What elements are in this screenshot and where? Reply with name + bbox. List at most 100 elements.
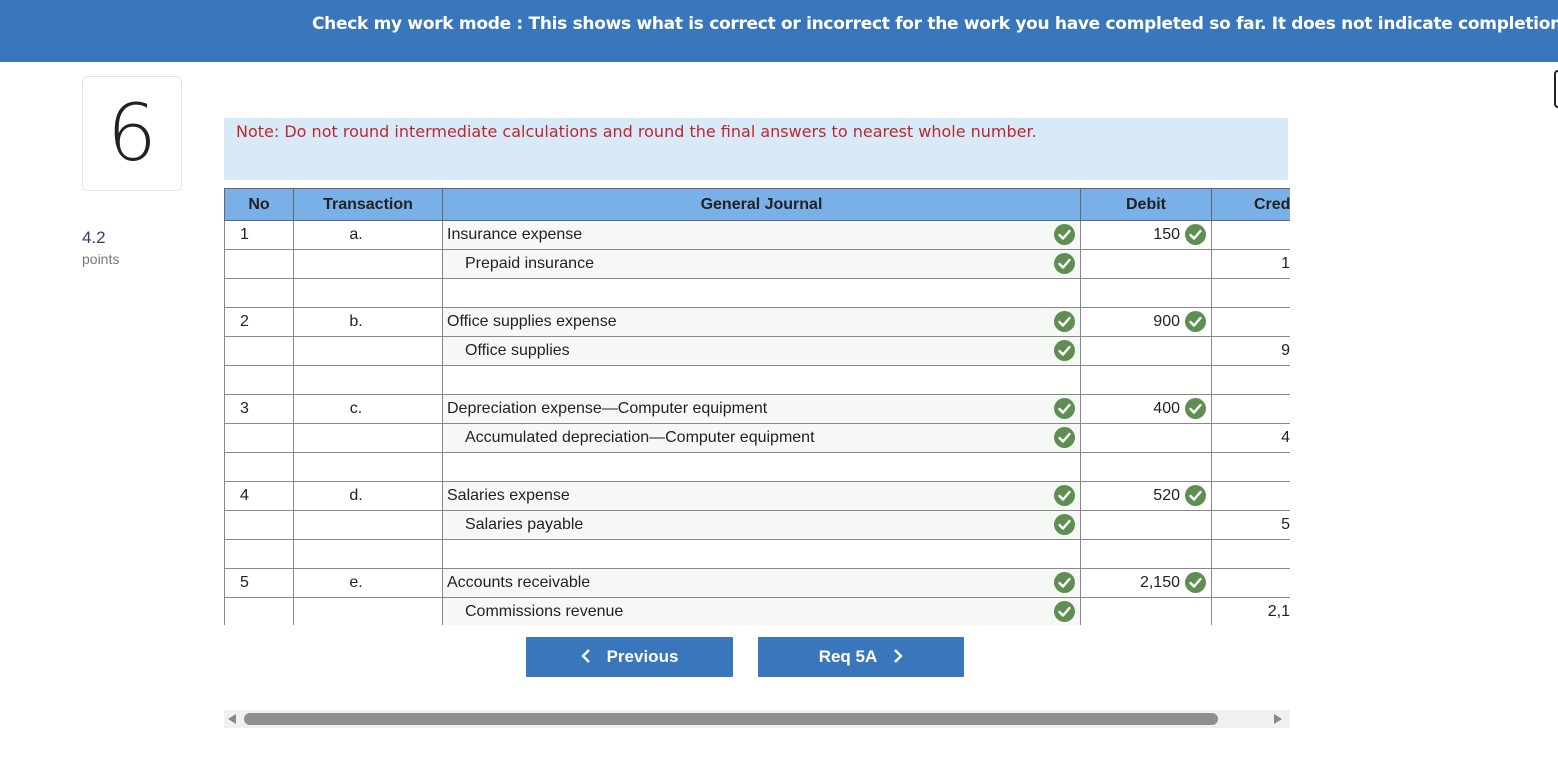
table-row: 2 b. Office supplies expense 900 [224,307,1290,337]
scroll-left-arrow-icon[interactable] [228,714,236,724]
debit-cell[interactable] [1080,365,1212,395]
table-row: 1 a. Insurance expense 150 [224,220,1290,250]
horizontal-scrollbar[interactable] [224,710,1290,728]
account-cell[interactable]: Accumulated depreciation—Computer equipm… [442,423,1081,453]
check-circle-icon [1185,398,1206,419]
credit-cell[interactable] [1211,539,1290,569]
credit-cell[interactable] [1211,220,1290,250]
debit-cell[interactable] [1080,452,1212,482]
journal-table: No Transaction General Journal Debit Cre… [224,188,1290,625]
edge-tab[interactable] [1554,70,1558,108]
credit-cell[interactable] [1211,278,1290,308]
row-transaction [293,336,443,366]
check-work-banner: Check my work mode : This shows what is … [0,0,1558,62]
check-circle-icon [1054,340,1075,361]
credit-cell[interactable]: 2,1 [1211,597,1290,625]
row-number [224,249,294,279]
check-circle-icon [1185,311,1206,332]
account-name: Salaries payable [465,516,584,533]
table-row: Commissions revenue 2,1 [224,597,1290,625]
check-circle-icon [1054,224,1075,245]
header-transaction: Transaction [293,188,443,221]
row-transaction [293,365,443,395]
credit-cell[interactable]: 9 [1211,336,1290,366]
row-number: 4 [224,481,294,511]
debit-cell[interactable] [1080,278,1212,308]
account-name: Depreciation expense—Computer equipment [447,400,768,417]
debit-cell[interactable]: 2,150 [1080,568,1212,598]
row-number [224,597,294,625]
scrollbar-thumb[interactable] [244,713,1218,725]
debit-cell[interactable] [1080,597,1212,625]
row-transaction [293,249,443,279]
debit-cell[interactable] [1080,539,1212,569]
row-transaction [293,452,443,482]
debit-cell[interactable] [1080,510,1212,540]
credit-cell[interactable] [1211,481,1290,511]
next-label: Req 5A [818,647,878,666]
debit-cell[interactable]: 900 [1080,307,1212,337]
row-transaction: c. [293,394,443,424]
debit-cell[interactable] [1080,423,1212,453]
scroll-right-arrow-icon[interactable] [1274,714,1282,724]
account-cell[interactable]: Office supplies [442,336,1081,366]
account-cell[interactable]: Prepaid insurance [442,249,1081,279]
table-row: 3 c. Depreciation expense—Computer equipme… [224,394,1290,424]
debit-cell[interactable]: 520 [1080,481,1212,511]
debit-cell[interactable]: 400 [1080,394,1212,424]
check-circle-icon [1185,485,1206,506]
account-cell[interactable] [442,452,1081,482]
debit-amount: 400 [1153,400,1180,417]
debit-amount: 2,150 [1139,574,1180,591]
debit-cell[interactable] [1080,249,1212,279]
row-number [224,510,294,540]
row-number [224,365,294,395]
account-cell[interactable]: Depreciation expense—Computer equipment [442,394,1081,424]
row-transaction [293,597,443,625]
req-5a-button[interactable]: Req 5A [758,637,964,677]
account-name: Accounts receivable [447,574,591,591]
credit-cell[interactable]: 5 [1211,510,1290,540]
credit-cell[interactable] [1211,452,1290,482]
account-name: Insurance expense [447,226,583,243]
table-row: 4 d. Salaries expense 520 [224,481,1290,511]
account-cell[interactable]: Salaries expense [442,481,1081,511]
account-cell[interactable] [442,278,1081,308]
row-transaction [293,278,443,308]
points-label: points [82,251,120,267]
debit-cell[interactable] [1080,336,1212,366]
previous-button[interactable]: Previous [526,637,733,677]
check-circle-icon [1185,224,1206,245]
debit-amount: 900 [1153,313,1180,330]
credit-cell[interactable] [1211,365,1290,395]
account-cell[interactable]: Salaries payable [442,510,1081,540]
row-transaction: b. [293,307,443,337]
credit-cell[interactable]: 4 [1211,423,1290,453]
check-circle-icon [1054,572,1075,593]
account-cell[interactable] [442,365,1081,395]
credit-cell[interactable]: 1 [1211,249,1290,279]
check-circle-icon [1054,398,1075,419]
credit-amount: 9 [1281,342,1290,359]
row-transaction [293,423,443,453]
debit-amount: 520 [1153,487,1180,504]
debit-cell[interactable]: 150 [1080,220,1212,250]
header-credit: Cred [1211,188,1290,221]
account-cell[interactable] [442,539,1081,569]
check-circle-icon [1185,572,1206,593]
credit-cell[interactable] [1211,307,1290,337]
table-row: Salaries payable 5 [224,510,1290,540]
account-name: Office supplies expense [447,313,617,330]
credit-cell[interactable] [1211,394,1290,424]
row-number [224,452,294,482]
account-cell[interactable]: Insurance expense [442,220,1081,250]
table-row [224,452,1290,482]
account-cell[interactable]: Commissions revenue [442,597,1081,625]
check-circle-icon [1054,311,1075,332]
account-cell[interactable]: Accounts receivable [442,568,1081,598]
credit-amount: 2,1 [1267,603,1290,620]
account-name: Office supplies [465,342,570,359]
credit-cell[interactable] [1211,568,1290,598]
account-cell[interactable]: Office supplies expense [442,307,1081,337]
table-row: 5 e. Accounts receivable 2,150 [224,568,1290,598]
